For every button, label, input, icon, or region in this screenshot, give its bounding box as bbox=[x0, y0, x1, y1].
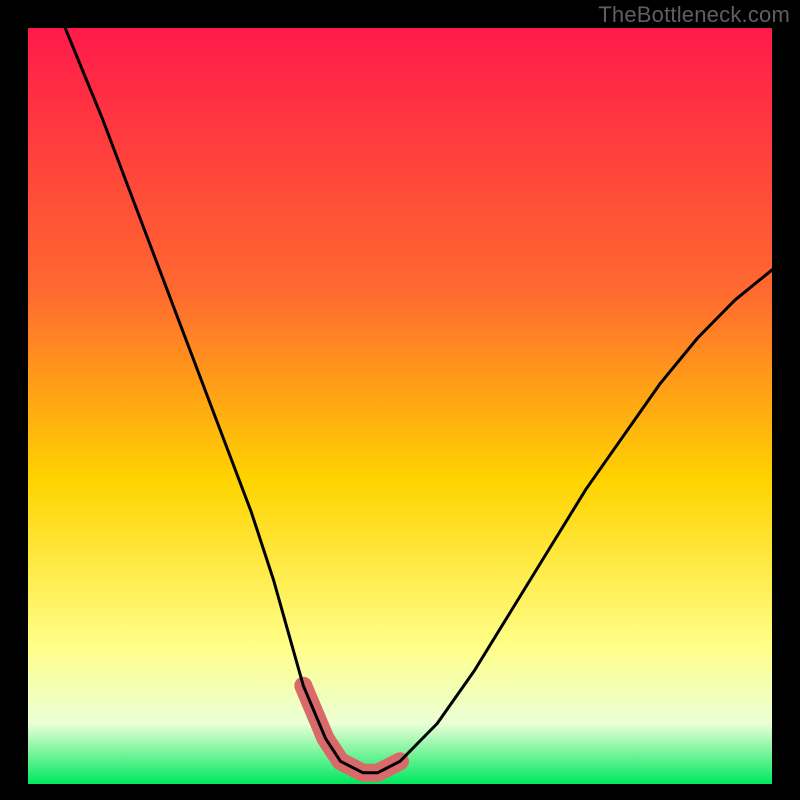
chart-container: { "watermark": "TheBottleneck.com", "col… bbox=[0, 0, 800, 800]
plot-gradient-background bbox=[28, 28, 772, 784]
bottleneck-chart bbox=[0, 0, 800, 800]
watermark-text: TheBottleneck.com bbox=[598, 2, 790, 28]
